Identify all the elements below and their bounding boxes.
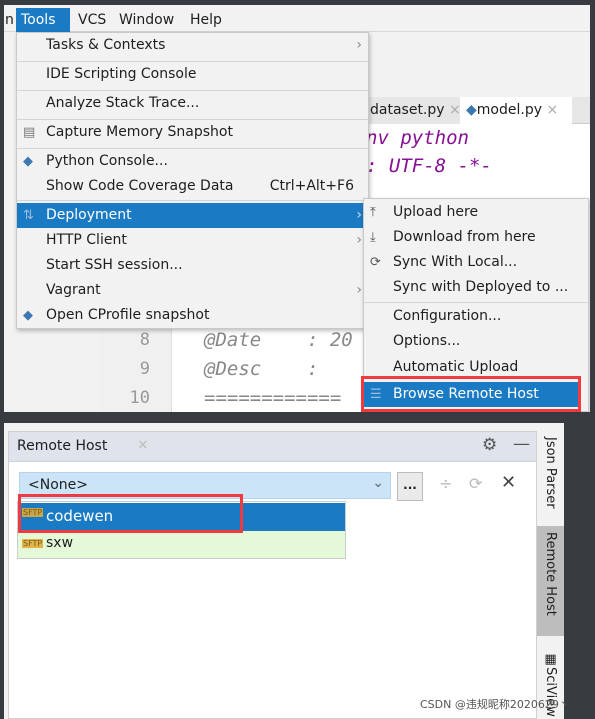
menu-item-http-client[interactable]: HTTP Client › — [17, 228, 368, 253]
minimize-icon[interactable]: — — [513, 434, 530, 454]
menu-item-label: Sync With Local... — [393, 254, 518, 270]
menu-item-label: HTTP Client — [46, 232, 127, 248]
menu-item-label: Tasks & Contexts — [46, 37, 166, 53]
menu-item-options[interactable]: Options... — [364, 329, 588, 354]
chevron-right-icon: › — [356, 282, 362, 298]
more-button[interactable]: ... — [397, 472, 423, 501]
shortcut: Ctrl+Alt+F6 — [269, 178, 354, 194]
panel-title: Remote Host — [17, 438, 108, 454]
menu-item-label: Python Console... — [46, 153, 168, 169]
code-line: ============ — [204, 387, 342, 409]
cprofile-icon: ◆ — [23, 308, 33, 323]
menu-item-show-code-coverage[interactable]: Show Code Coverage Data Ctrl+Alt+F6 — [17, 174, 368, 199]
menu-item-label: Upload here — [393, 204, 479, 220]
ide-window-bottom: Remote Host × ⚙ — <None> ⌄ ... ÷ ⟳ ✕ SFT… — [4, 423, 564, 719]
menu-item-vagrant[interactable]: Vagrant › — [17, 278, 368, 303]
line-number: 9 — [139, 359, 150, 379]
python-file-icon: ◆ — [466, 102, 477, 118]
tab-label: model.py — [476, 102, 542, 118]
menu-help[interactable]: Help — [185, 8, 227, 32]
side-tab-label: Remote Host — [543, 532, 558, 616]
chevron-right-icon: › — [356, 207, 362, 223]
chevron-right-icon: › — [356, 232, 362, 248]
python-icon: ◆ — [23, 154, 33, 169]
remote-host-panel: Remote Host × ⚙ — <None> ⌄ ... ÷ ⟳ ✕ SFT… — [8, 431, 537, 719]
collapse-icon[interactable]: ÷ — [439, 474, 452, 493]
menu-item-label: Open CProfile snapshot — [46, 307, 210, 323]
chevron-right-icon: › — [356, 37, 362, 53]
menu-item-label: Vagrant — [46, 282, 101, 298]
close-icon[interactable]: × — [137, 437, 149, 453]
sftp-icon: SFTP — [22, 539, 44, 548]
menu-item-label: Sync with Deployed to ... — [393, 279, 569, 295]
tools-menu: Tasks & Contexts › IDE Scripting Console … — [16, 32, 369, 329]
separator — [17, 200, 368, 201]
menu-item-download-from-here[interactable]: ⤓ Download from here — [364, 225, 588, 250]
upload-icon: ⤒ — [370, 205, 376, 220]
memory-snapshot-icon: ▤ — [23, 125, 36, 140]
menu-item-label: Show Code Coverage Data — [46, 178, 234, 194]
side-tab-label: Json Parser — [543, 437, 558, 509]
menu-item-label: Analyze Stack Trace... — [46, 95, 200, 111]
menu-item-label: Download from here — [393, 229, 536, 245]
tab-model[interactable]: ◆model.py × — [460, 97, 572, 124]
panel-header: Remote Host × ⚙ — — [9, 432, 536, 462]
download-icon: ⤓ — [370, 230, 376, 245]
right-tool-strip: Json Parser Remote Host ▦ SciView — [537, 431, 564, 719]
menu-item-label: Options... — [393, 333, 461, 349]
code-line: : UTF-8 -*- — [366, 155, 492, 177]
close-icon[interactable]: × — [546, 102, 558, 118]
side-tab-json-parser[interactable]: Json Parser — [537, 431, 564, 526]
menu-item-upload-here[interactable]: ⤒ Upload here — [364, 200, 588, 225]
menu-item-label: Configuration... — [393, 308, 502, 324]
close-icon[interactable]: ✕ — [501, 472, 516, 493]
code-line: nv python — [366, 127, 469, 149]
side-tab-remote-host[interactable]: Remote Host — [537, 526, 564, 636]
menu-item-start-ssh-session[interactable]: Start SSH session... — [17, 253, 368, 278]
list-item-label: sxw — [46, 535, 74, 551]
watermark: CSDN @违规昵称2020629丶 — [420, 698, 570, 711]
menu-item-ide-scripting-console[interactable]: IDE Scripting Console — [17, 62, 368, 87]
menu-item-deployment[interactable]: ⇅ Deployment › — [17, 203, 368, 228]
highlight-box — [18, 494, 243, 533]
menu-item-tasks-contexts[interactable]: Tasks & Contexts › — [17, 33, 368, 58]
tab-label: dataset.py — [370, 102, 445, 118]
menu-item-python-console[interactable]: ◆ Python Console... — [17, 149, 368, 174]
chevron-down-icon: ⌄ — [372, 475, 384, 491]
menu-item-open-cprofile[interactable]: ◆ Open CProfile snapshot — [17, 303, 368, 328]
tab-dataset[interactable]: dataset.py × — [364, 97, 467, 124]
sync-icon: ⟳ — [370, 255, 381, 270]
menu-item-label: Start SSH session... — [46, 257, 183, 273]
gear-icon[interactable]: ⚙ — [482, 435, 497, 455]
combo-value: <None> — [28, 477, 88, 493]
menu-window[interactable]: Window — [114, 8, 179, 32]
menu-item-label: IDE Scripting Console — [46, 66, 197, 82]
menu-item-label: Automatic Upload — [393, 359, 519, 375]
menu-item-capture-memory-snapshot[interactable]: ▤ Capture Memory Snapshot — [17, 120, 368, 145]
menu-item-sync-with-local[interactable]: ⟳ Sync With Local... — [364, 250, 588, 275]
deployment-icon: ⇅ — [23, 208, 34, 223]
menu-item-sync-with-deployed[interactable]: Sync with Deployed to ... — [364, 275, 588, 300]
close-icon[interactable]: × — [449, 102, 461, 118]
highlight-box — [361, 376, 581, 412]
line-number: 8 — [139, 330, 150, 350]
menu-item-label: Capture Memory Snapshot — [46, 124, 233, 140]
menu-bar: n Tools VCS Window Help — [4, 8, 590, 32]
list-item-sxw[interactable]: SFTP sxw — [18, 531, 345, 558]
code-line: @Desc : — [204, 358, 319, 380]
ide-window: n Tools VCS Window Help dataset.py × ◆mo… — [4, 5, 590, 412]
menu-item-configuration[interactable]: Configuration... — [364, 304, 588, 329]
separator — [364, 302, 588, 303]
menu-tools[interactable]: Tools — [16, 8, 70, 32]
menu-vcs[interactable]: VCS — [73, 8, 111, 32]
line-gutter: 8 9 10 — [100, 325, 172, 412]
code-line: @Date : 20 — [204, 329, 353, 351]
refresh-icon[interactable]: ⟳ — [469, 474, 482, 493]
line-number: 10 — [129, 388, 150, 408]
grid-icon: ▦ — [543, 652, 558, 667]
menu-item-label: Deployment — [46, 207, 132, 223]
menu-item-analyze-stack-trace[interactable]: Analyze Stack Trace... — [17, 91, 368, 116]
